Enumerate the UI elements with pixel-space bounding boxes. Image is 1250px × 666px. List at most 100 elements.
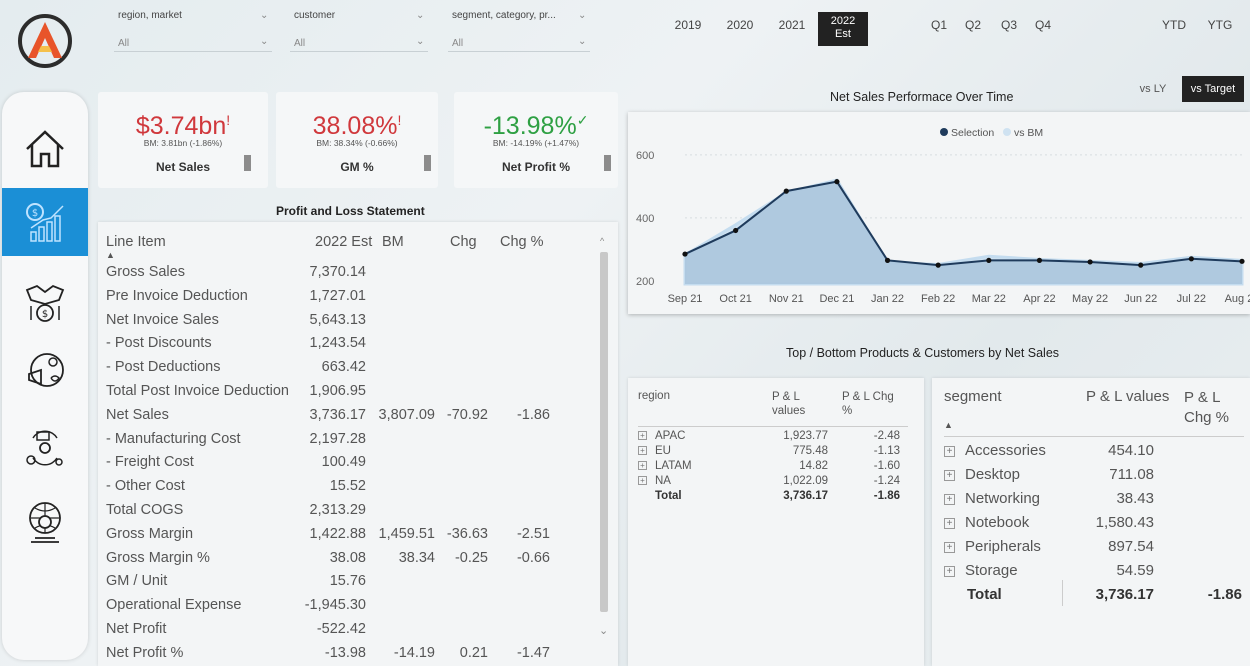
- vs-ly-button[interactable]: vs LY: [1128, 76, 1178, 102]
- region-name[interactable]: + NA: [638, 475, 671, 487]
- year-button-2019[interactable]: 2019: [668, 18, 708, 32]
- region-label: APAC: [655, 430, 686, 442]
- expand-icon[interactable]: +: [944, 469, 955, 481]
- segment-name[interactable]: + Storage: [944, 562, 1018, 579]
- pl-line-item: Operational Expense: [106, 597, 242, 614]
- expand-icon[interactable]: +: [944, 517, 955, 529]
- home-icon[interactable]: [2, 114, 88, 184]
- column-header-chg-percent[interactable]: Chg %: [500, 234, 544, 250]
- expand-icon[interactable]: +: [638, 476, 647, 486]
- quarter-button-q4[interactable]: Q4: [1028, 18, 1058, 32]
- quarter-button-q1[interactable]: Q1: [924, 18, 954, 32]
- scrollbar[interactable]: [600, 252, 608, 612]
- segment-name[interactable]: + Desktop: [944, 466, 1020, 483]
- pl-row: Gross Margin 1,422.88 1,459.51 -36.63 -2.51: [98, 526, 598, 550]
- data-point: [986, 257, 992, 263]
- region-label: Total: [655, 490, 682, 502]
- region-name[interactable]: + LATAM: [638, 460, 692, 472]
- pl-row: Total COGS 2,313.29: [98, 502, 598, 526]
- net-sales-chart[interactable]: 200 400 600 Sep 21 Oct 21 Nov 21 Dec 21 Jan 22 F…: [628, 112, 1250, 314]
- segment-table[interactable]: segment P & L values P & L Chg % ▲ + Acce…: [932, 378, 1250, 666]
- pl-row: GM / Unit 15.76: [98, 573, 598, 597]
- data-point: [1239, 258, 1245, 264]
- expand-icon[interactable]: +: [638, 431, 647, 441]
- column-header-chg[interactable]: Chg: [450, 234, 477, 250]
- expand-icon[interactable]: +: [944, 541, 955, 553]
- vs-target-button[interactable]: vs Target: [1182, 76, 1244, 102]
- chart-title: Net Sales Performace Over Time: [830, 90, 1014, 104]
- year-button-2022-est[interactable]: 2022 Est: [818, 12, 868, 46]
- top-bottom-title: Top / Bottom Products & Customers by Net…: [786, 346, 1060, 360]
- y-tick-label: 200: [636, 276, 654, 288]
- expand-icon[interactable]: +: [944, 493, 955, 505]
- chevron-down-icon[interactable]: ⌄: [260, 36, 268, 47]
- expand-icon[interactable]: +: [638, 446, 647, 456]
- region-total-label[interactable]: Total: [655, 490, 682, 502]
- pl-table[interactable]: Line Item ▲ 2022 Est BM Chg Chg % ^ ⌄ Gr…: [98, 222, 618, 666]
- pl-row: Net Sales 3,736.17 3,807.09 -70.92 -1.86: [98, 407, 598, 431]
- finance-view-icon[interactable]: $: [2, 188, 88, 256]
- region-value: 1,022.09: [783, 475, 828, 487]
- segment-value: 711.08: [1109, 466, 1154, 483]
- segment-label: Notebook: [965, 514, 1030, 531]
- pl-cell: 1,422.88: [309, 525, 366, 542]
- data-point: [1087, 259, 1093, 265]
- supply-chain-view-icon[interactable]: [2, 418, 88, 478]
- slicer-label: customer: [294, 10, 336, 21]
- column-header-line-item[interactable]: Line Item: [106, 234, 166, 250]
- pl-cell: 663.42: [321, 359, 366, 376]
- expand-icon[interactable]: +: [944, 445, 955, 457]
- period-button-ytg[interactable]: YTG: [1202, 18, 1238, 32]
- column-header-pl-values[interactable]: P & L values: [1086, 388, 1169, 405]
- executive-view-icon[interactable]: [2, 492, 88, 552]
- region-name[interactable]: + APAC: [638, 430, 685, 442]
- pl-cell: 5,643.13: [309, 311, 366, 328]
- year-button-2021[interactable]: 2021: [772, 18, 812, 32]
- customer-slicer[interactable]: customer ⌄ All ⌄: [290, 8, 428, 52]
- column-header-region[interactable]: region: [638, 390, 670, 402]
- legend-marker-vs-bm: [1003, 128, 1011, 136]
- segment-name[interactable]: + Accessories: [944, 442, 1046, 459]
- region-chg: -1.13: [873, 445, 900, 457]
- sort-ascending-icon[interactable]: ▲: [106, 250, 115, 260]
- column-header-pl-chg[interactable]: P & L Chg %: [1184, 388, 1248, 428]
- pl-line-item: Net Profit %: [106, 644, 184, 661]
- pl-cell: 100.49: [321, 454, 366, 471]
- data-point: [682, 251, 688, 257]
- column-header-2022-est[interactable]: 2022 Est: [315, 234, 372, 250]
- period-button-ytd[interactable]: YTD: [1156, 18, 1192, 32]
- pl-cell: -36.63: [446, 525, 488, 542]
- segment-name[interactable]: + Peripherals: [944, 538, 1041, 555]
- chevron-down-icon[interactable]: ⌄: [416, 36, 424, 47]
- kpi-title: GM %: [340, 160, 374, 174]
- column-header-segment[interactable]: segment: [944, 388, 1002, 405]
- pl-cell: 0.21: [459, 644, 488, 661]
- column-header-pl-chg[interactable]: P & L Chg %: [842, 390, 902, 418]
- column-header-bm[interactable]: BM: [382, 234, 404, 250]
- expand-icon[interactable]: +: [638, 461, 647, 471]
- segment-name[interactable]: + Notebook: [944, 514, 1029, 531]
- chevron-down-icon[interactable]: ⌄: [578, 36, 586, 47]
- region-name[interactable]: + EU: [638, 445, 671, 457]
- region-table[interactable]: region P & L values P & L Chg % + APAC 1,9…: [628, 378, 924, 666]
- sort-ascending-icon[interactable]: ▲: [944, 420, 953, 430]
- year-button-2020[interactable]: 2020: [720, 18, 760, 32]
- scroll-down-icon[interactable]: ⌄: [599, 624, 608, 637]
- segment-total-label[interactable]: Total: [967, 586, 1002, 603]
- segment-name[interactable]: + Networking: [944, 490, 1040, 507]
- segment-value: 3,736.17: [1095, 586, 1154, 603]
- pl-line-item: Gross Sales: [106, 264, 185, 280]
- expand-icon[interactable]: +: [944, 565, 955, 577]
- kpi-gm-percent: 38.08%! BM: 38.34% (-0.66%) GM %: [276, 92, 438, 188]
- x-tick-label: Jun 22: [1124, 293, 1157, 305]
- kpi-benchmark: BM: 38.34% (-0.66%): [316, 138, 398, 148]
- column-header-pl-values[interactable]: P & L values: [772, 390, 816, 418]
- quarter-button-q3[interactable]: Q3: [994, 18, 1024, 32]
- region-market-slicer[interactable]: region, market ⌄ All ⌄: [114, 8, 272, 52]
- scroll-up-icon[interactable]: ^: [600, 236, 604, 246]
- sales-view-icon[interactable]: $: [2, 272, 88, 332]
- segment-slicer[interactable]: segment, category, pr... ⌄ All ⌄: [448, 8, 590, 52]
- marketing-view-icon[interactable]: [2, 342, 88, 402]
- segment-label: Total: [967, 586, 1002, 603]
- quarter-button-q2[interactable]: Q2: [958, 18, 988, 32]
